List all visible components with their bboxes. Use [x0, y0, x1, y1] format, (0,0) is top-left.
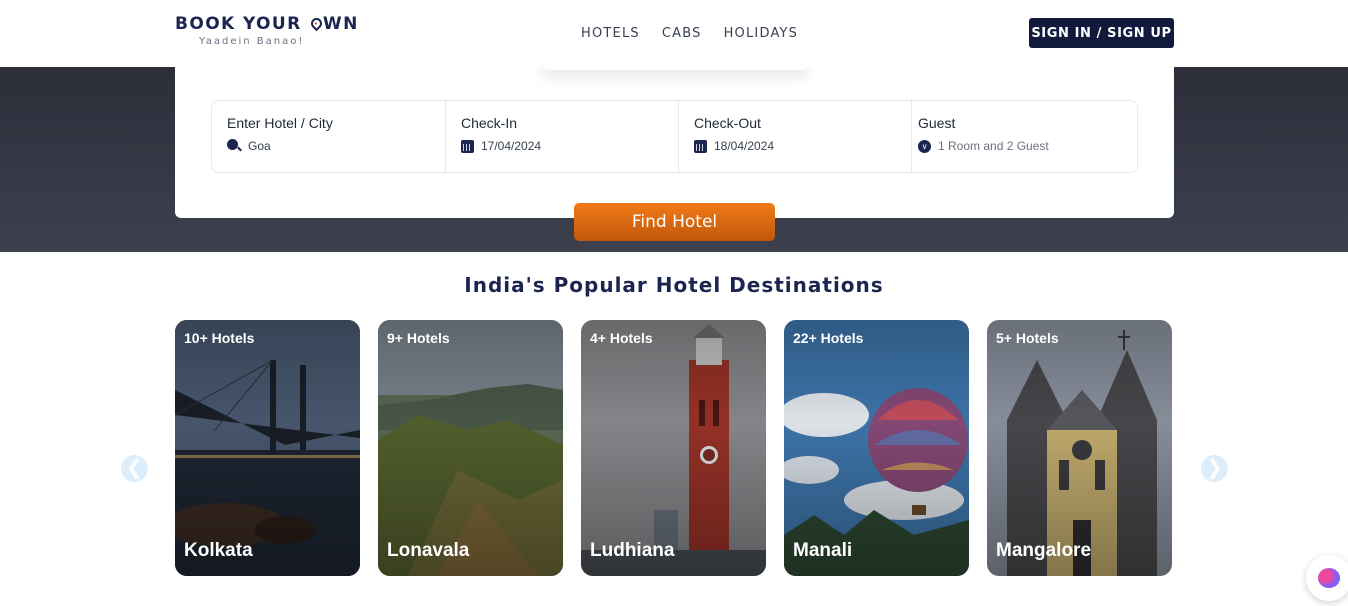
card-city-name: Kolkata — [184, 540, 253, 561]
checkout-field[interactable]: Check-Out 18/04/2024 — [679, 101, 912, 172]
card-hotel-count: 10+ Hotels — [184, 330, 255, 346]
checkin-value: 17/04/2024 — [481, 139, 542, 153]
guest-value: 1 Room and 2 Guest — [938, 139, 1049, 153]
checkin-field[interactable]: Check-In 17/04/2024 — [446, 101, 679, 172]
ludhiana-image — [581, 320, 766, 576]
nav-cabs[interactable]: CABS — [662, 26, 702, 41]
destination-card-lonavala[interactable]: 9+ Hotels Lonavala — [378, 320, 563, 576]
signin-signup-button[interactable]: SIGN IN / SIGN UP — [1029, 18, 1174, 48]
guest-label: Guest — [918, 115, 956, 131]
card-hotel-count: 9+ Hotels — [387, 330, 450, 346]
checkout-value: 18/04/2024 — [714, 139, 775, 153]
destinations-title: India's Popular Hotel Destinations — [464, 273, 884, 297]
card-hotel-count: 5+ Hotels — [996, 330, 1059, 346]
card-city-name: Manali — [793, 540, 853, 561]
hotel-city-label: Enter Hotel / City — [227, 115, 333, 131]
kolkata-image — [175, 320, 360, 576]
chevron-down-icon: ∨ — [918, 139, 931, 153]
guest-field[interactable]: Guest ∨ 1 Room and 2 Guest — [912, 101, 1137, 172]
find-hotel-button[interactable]: Find Hotel — [574, 203, 775, 241]
destination-card-kolkata[interactable]: 10+ Hotels Kolkata — [175, 320, 360, 576]
lonavala-image — [378, 320, 563, 576]
search-icon — [227, 139, 241, 153]
search-fields: Enter Hotel / City Goa Check-In 17/04/20… — [211, 100, 1138, 173]
checkout-label: Check-Out — [694, 115, 761, 131]
location-pin-icon — [308, 15, 325, 32]
card-city-name: Ludhiana — [590, 540, 675, 561]
destination-card-manali[interactable]: 22+ Hotels Manali — [784, 320, 969, 576]
card-city-name: Mangalore — [996, 540, 1092, 561]
main-nav: HOTELS CABS HOLIDAYS — [581, 26, 798, 41]
carousel-next-button[interactable]: ❯ — [1201, 455, 1228, 482]
site-header: BOOK YOUR WN Yaadein Banao! HOTELS CABS … — [0, 0, 1348, 67]
hotel-city-value: Goa — [248, 139, 271, 153]
nav-holidays[interactable]: HOLIDAYS — [724, 26, 799, 41]
carousel-prev-button[interactable]: ❮ — [121, 455, 148, 482]
assistant-icon — [1318, 568, 1340, 588]
destination-carousel: 10+ Hotels Kolkata 9+ Hotels Lonavala 4+… — [175, 320, 1172, 576]
hotel-city-field[interactable]: Enter Hotel / City Goa — [212, 101, 446, 172]
card-city-name: Lonavala — [387, 540, 470, 561]
logo-text-part1: BOOK YOUR — [175, 14, 309, 34]
destination-card-ludhiana[interactable]: 4+ Hotels Ludhiana — [581, 320, 766, 576]
calendar-icon — [694, 139, 707, 153]
calendar-icon — [461, 139, 474, 153]
assistant-fab-button[interactable] — [1306, 555, 1348, 601]
logo-text-part2: WN — [322, 14, 359, 34]
manali-image — [784, 320, 969, 576]
nav-hotels[interactable]: HOTELS — [581, 26, 640, 41]
card-hotel-count: 4+ Hotels — [590, 330, 653, 346]
logo[interactable]: BOOK YOUR WN Yaadein Banao! — [175, 14, 359, 47]
checkin-label: Check-In — [461, 115, 518, 131]
logo-tagline: Yaadein Banao! — [199, 36, 305, 47]
destination-card-mangalore[interactable]: 5+ Hotels Mangalore — [987, 320, 1172, 576]
mangalore-image — [987, 320, 1172, 576]
card-hotel-count: 22+ Hotels — [793, 330, 864, 346]
